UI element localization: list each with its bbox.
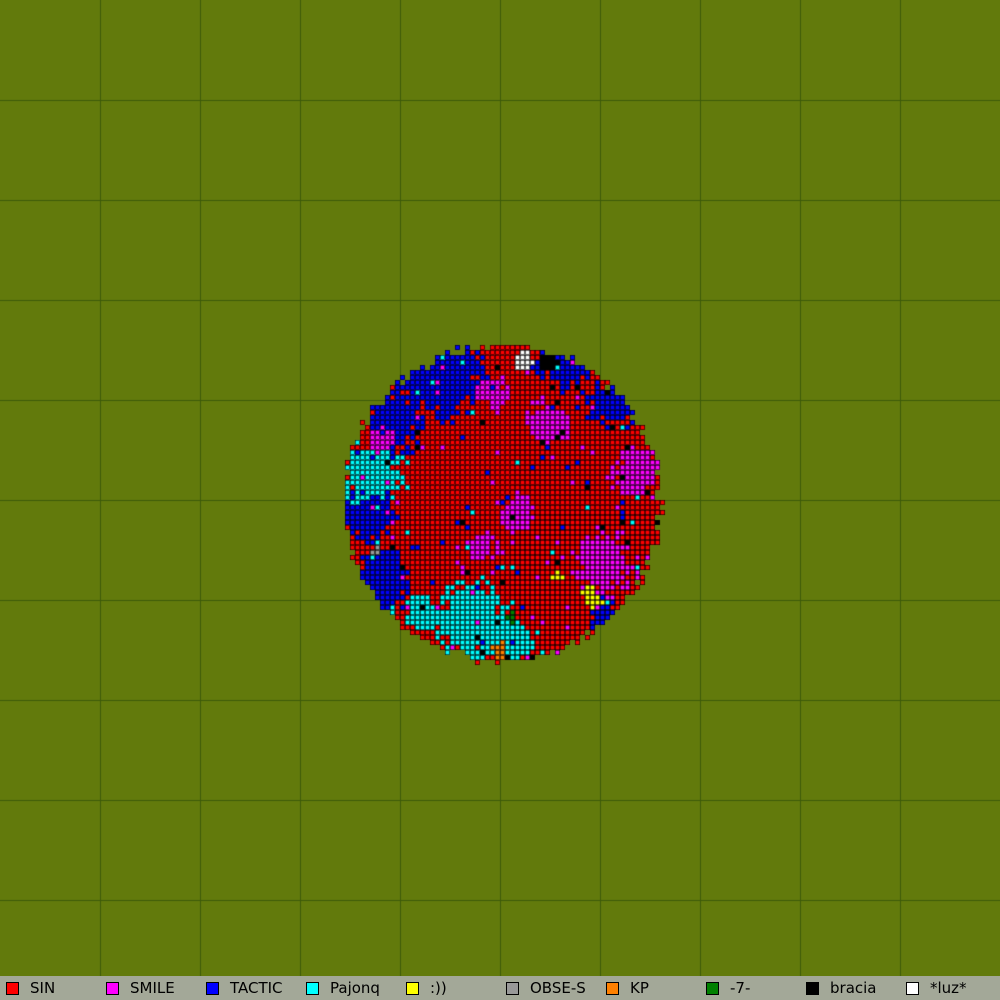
legend-swatch-obse-s bbox=[506, 981, 519, 995]
legend-label-smile: SMILE bbox=[130, 979, 175, 997]
legend-label-pajonq: Pajonq bbox=[330, 979, 380, 997]
legend-swatch-bracia bbox=[806, 981, 819, 995]
legend-item-bracia: bracia bbox=[800, 976, 900, 1000]
legend-item-7: -7- bbox=[700, 976, 800, 1000]
legend-swatch-smile bbox=[106, 981, 119, 995]
legend-label-tactic: TACTIC bbox=[230, 979, 283, 997]
legend-item-smiley: :)) bbox=[400, 976, 500, 1000]
legend-item-sin: SIN bbox=[0, 976, 100, 1000]
legend-swatch-luz bbox=[906, 981, 919, 995]
legend-label-7: -7- bbox=[730, 979, 751, 997]
legend-label-bracia: bracia bbox=[830, 979, 877, 997]
legend-item-kp: KP bbox=[600, 976, 700, 1000]
legend-label-sin: SIN bbox=[30, 979, 56, 997]
world-map[interactable] bbox=[0, 0, 1000, 976]
legend-item-tactic: TACTIC bbox=[200, 976, 300, 1000]
legend-item-luz: *luz* bbox=[900, 976, 1000, 1000]
legend-swatch-smiley bbox=[406, 981, 419, 995]
tribe-legend: SIN SMILE TACTIC Pajonq :)) OBSE-S KP -7… bbox=[0, 976, 1000, 1000]
legend-swatch-pajonq bbox=[306, 981, 319, 995]
legend-swatch-sin bbox=[6, 981, 19, 995]
legend-swatch-kp bbox=[606, 981, 619, 995]
legend-swatch-tactic bbox=[206, 981, 219, 995]
map-canvas[interactable] bbox=[0, 0, 1000, 976]
legend-label-obse-s: OBSE-S bbox=[530, 979, 586, 997]
legend-swatch-7 bbox=[706, 981, 719, 995]
legend-item-smile: SMILE bbox=[100, 976, 200, 1000]
legend-label-kp: KP bbox=[630, 979, 649, 997]
legend-item-pajonq: Pajonq bbox=[300, 976, 400, 1000]
legend-item-obse-s: OBSE-S bbox=[500, 976, 600, 1000]
legend-label-luz: *luz* bbox=[930, 979, 967, 997]
legend-label-smiley: :)) bbox=[430, 979, 447, 997]
